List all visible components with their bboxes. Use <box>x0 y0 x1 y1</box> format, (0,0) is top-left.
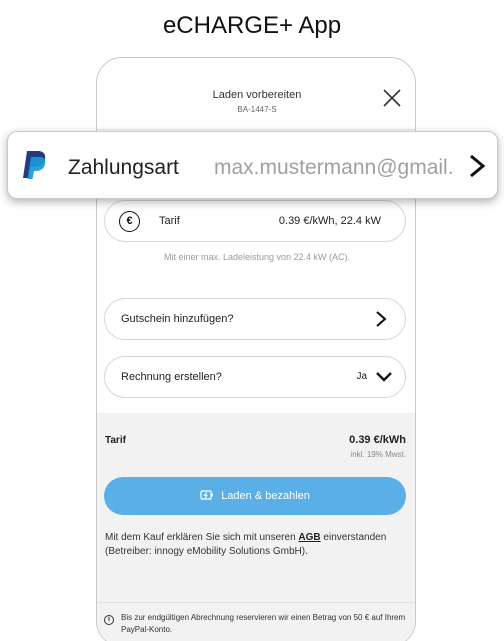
summary-tax-note: inkl. 19% Mwst. <box>350 450 406 459</box>
station-id: BA-1447-S <box>237 105 277 114</box>
checkout-summary: Tarif 0.39 €/kWh inkl. 19% Mwst. Laden &… <box>97 413 415 641</box>
info-box: i Bis zur endgültigen Abrechnung reservi… <box>97 602 415 641</box>
page-title: eCHARGE+ App <box>162 12 342 39</box>
info-text: Bis zur endgültigen Abrechnung reservier… <box>121 613 406 634</box>
summary-label: Tarif <box>105 435 126 446</box>
battery-charging-icon <box>200 490 214 500</box>
voucher-button[interactable]: Gutschein hinzufügen? <box>104 298 406 340</box>
voucher-label: Gutschein hinzufügen? <box>121 313 234 325</box>
charge-and-pay-label: Laden & bezahlen <box>221 490 310 503</box>
invoice-label: Rechnung erstellen? <box>121 371 222 383</box>
header-title: Laden vorbereiten <box>212 89 302 101</box>
chevron-right-icon[interactable] <box>468 153 486 179</box>
payment-method-label: Zahlungsart <box>68 156 179 179</box>
payment-method-row[interactable]: Zahlungsart max.mustermann@gmail... <box>7 131 498 199</box>
legal-text: Mit dem Kauf erklären Sie sich mit unser… <box>105 531 405 559</box>
invoice-value: Ja <box>356 371 367 382</box>
chevron-down-icon <box>376 372 392 382</box>
info-icon: i <box>104 615 114 625</box>
chevron-right-icon <box>376 311 387 327</box>
tarif-row: € Tarif 0.39 €/kWh, 22.4 kW <box>104 200 406 242</box>
summary-price: 0.39 €/kWh <box>349 434 406 446</box>
close-icon[interactable] <box>380 86 404 110</box>
tarif-label: Tarif <box>159 215 180 227</box>
invoice-select[interactable]: Rechnung erstellen? Ja <box>104 356 406 398</box>
paypal-icon <box>23 151 46 179</box>
screen-header: Laden vorbereiten BA-1447-S <box>97 58 415 130</box>
payment-account: max.mustermann@gmail... <box>214 156 454 179</box>
charge-and-pay-button[interactable]: Laden & bezahlen <box>104 477 406 515</box>
agb-link[interactable]: AGB <box>298 532 320 543</box>
legal-prefix: Mit dem Kauf erklären Sie sich mit unser… <box>105 532 299 543</box>
tarif-value: 0.39 €/kWh, 22.4 kW <box>278 215 381 227</box>
euro-icon: € <box>119 211 140 232</box>
charging-note: Mit einer max. Ladeleistung von 22.4 kW … <box>163 252 351 262</box>
